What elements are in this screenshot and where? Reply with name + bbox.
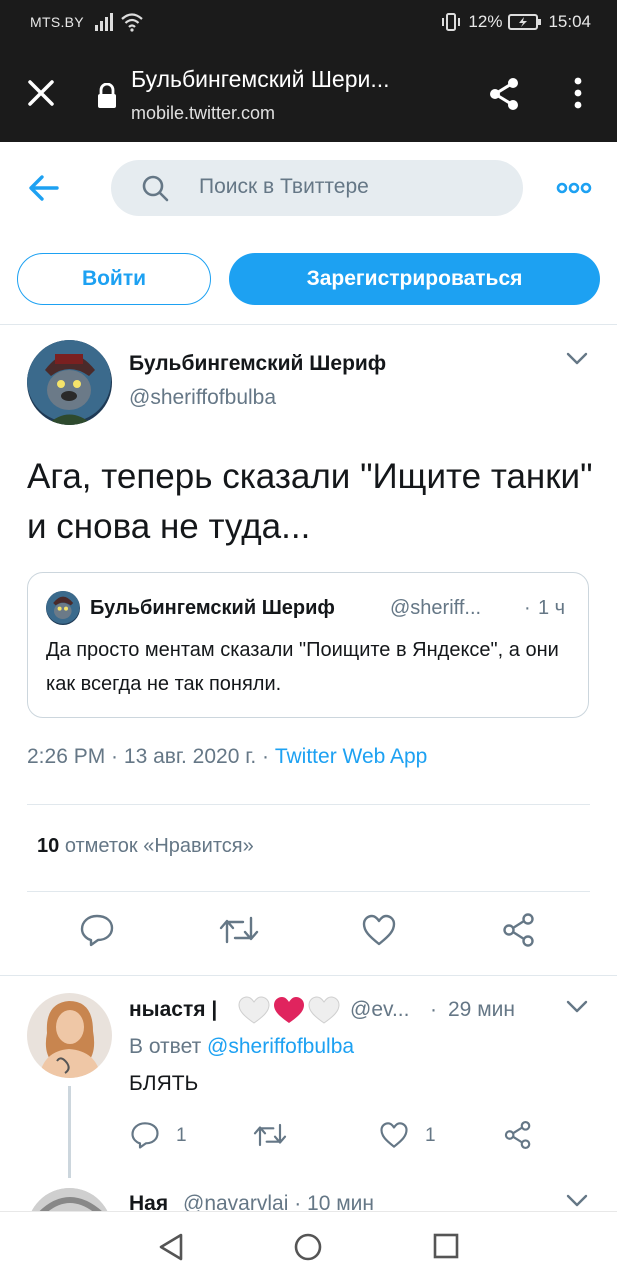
like-icon[interactable] xyxy=(379,1120,409,1150)
author-avatar[interactable] xyxy=(27,340,112,425)
next-reply-author-handle[interactable]: @navarvlai · 10 мин xyxy=(183,1192,374,1212)
search-box[interactable]: Поиск в Твиттере xyxy=(111,160,523,216)
lock-icon xyxy=(98,83,116,108)
chevron-down-icon[interactable] xyxy=(566,1000,588,1014)
more-horizontal-icon[interactable] xyxy=(556,182,592,194)
next-reply-avatar[interactable] xyxy=(27,1188,112,1212)
nav-recents-icon[interactable] xyxy=(432,1232,460,1260)
likes-label: отметок «Нравится» xyxy=(64,835,254,857)
vibrate-icon xyxy=(442,13,461,31)
reply-separator: · xyxy=(430,998,437,1021)
search-placeholder: Поиск в Твиттере xyxy=(199,175,369,198)
reply-actions: 1 1 xyxy=(0,1120,617,1152)
in-reply-to: В ответ @sheriffofbulba xyxy=(129,1035,354,1059)
auth-buttons: Войти Зарегистрироваться xyxy=(0,250,617,310)
nav-home-icon[interactable] xyxy=(293,1232,323,1262)
more-vert-icon[interactable] xyxy=(568,76,588,110)
nav-back-icon[interactable] xyxy=(157,1232,185,1262)
reply-icon[interactable] xyxy=(130,1120,160,1150)
like-icon[interactable] xyxy=(361,912,397,948)
tweet-meta: 2:26 PM · 13 авг. 2020 г. · Twitter Web … xyxy=(27,745,427,769)
divider xyxy=(27,804,590,805)
page-title: Бульбингемский Шери... xyxy=(131,66,390,92)
quoted-tweet[interactable]: Бульбингемский Шериф @sheriff... · 1 ч Д… xyxy=(27,572,589,718)
reply-author-name[interactable]: ныастя | xyxy=(129,998,217,1022)
author-name[interactable]: Бульбингемский Шериф xyxy=(129,352,386,376)
divider xyxy=(27,891,590,892)
battery-percent: 12% xyxy=(468,12,503,31)
chevron-down-icon[interactable] xyxy=(566,1194,588,1208)
quote-text: Да просто ментам сказали "Поищите в Янде… xyxy=(46,639,559,695)
twitter-header: Поиск в Твиттере xyxy=(0,142,617,234)
carrier-label: MTS.BY xyxy=(30,14,84,30)
retweet-icon[interactable] xyxy=(219,912,259,948)
share-tweet-icon[interactable] xyxy=(503,1120,533,1150)
tweet-text: Ага, теперь сказали "Ищите танки" и снов… xyxy=(27,457,593,546)
quote-time: 1 ч xyxy=(538,597,566,619)
share-icon[interactable] xyxy=(486,76,522,112)
browser-toolbar: Бульбингемский Шери... mobile.twitter.co… xyxy=(0,46,617,142)
tweet-app-link[interactable]: Twitter Web App xyxy=(275,745,428,768)
meta-separator: · xyxy=(256,745,275,768)
in-reply-prefix: В ответ xyxy=(129,1035,202,1058)
quote-avatar xyxy=(46,591,80,625)
quote-separator: · xyxy=(524,597,531,619)
divider xyxy=(0,324,617,325)
in-reply-mention[interactable]: @sheriffofbulba xyxy=(207,1035,354,1058)
share-tweet-icon[interactable] xyxy=(501,912,537,948)
clock: 15:04 xyxy=(548,12,591,31)
likes-count: 10 xyxy=(37,835,60,857)
chevron-down-icon[interactable] xyxy=(566,352,588,366)
reply-author-avatar[interactable] xyxy=(27,993,112,1078)
quote-author-handle: @sheriff... xyxy=(390,597,482,619)
reply-author-handle[interactable]: @ev... xyxy=(350,998,420,1022)
page-url[interactable]: mobile.twitter.com xyxy=(131,103,275,124)
battery-icon xyxy=(508,14,542,30)
divider xyxy=(0,975,617,976)
tweet-time: 2:26 PM xyxy=(27,745,106,768)
search-icon xyxy=(142,175,169,202)
system-nav-bar xyxy=(0,1211,617,1280)
status-bar: MTS.BY 12% 15:04 xyxy=(0,0,617,46)
reply-count: 1 xyxy=(176,1125,187,1146)
author-handle[interactable]: @sheriffofbulba xyxy=(129,386,276,410)
tweet-date: 13 авг. 2020 г. xyxy=(123,745,257,768)
retweet-icon[interactable] xyxy=(253,1120,287,1150)
next-reply-author-name[interactable]: Ная xyxy=(129,1192,168,1212)
close-icon[interactable] xyxy=(24,76,58,110)
quote-author-name: Бульбингемский Шериф xyxy=(90,597,335,619)
back-arrow-icon[interactable] xyxy=(28,172,60,204)
status-right: 12% 15:04 xyxy=(440,12,591,32)
next-reply[interactable]: Ная @navarvlai · 10 мин xyxy=(0,1180,617,1212)
login-button[interactable]: Войти xyxy=(17,253,211,305)
tweet-actions xyxy=(0,912,617,956)
wifi-icon xyxy=(121,13,143,32)
reply-text: БЛЯТЬ xyxy=(129,1072,199,1095)
hearts-emoji-icon xyxy=(238,996,340,1024)
meta-separator: · xyxy=(105,745,124,768)
like-count: 1 xyxy=(425,1125,436,1146)
signal-icon xyxy=(95,13,113,31)
signup-button[interactable]: Зарегистрироваться xyxy=(229,253,600,305)
likes-summary[interactable]: 10 отметок «Нравится» xyxy=(37,835,254,858)
reply-time[interactable]: 29 мин xyxy=(448,998,515,1022)
reply-icon[interactable] xyxy=(79,912,115,948)
